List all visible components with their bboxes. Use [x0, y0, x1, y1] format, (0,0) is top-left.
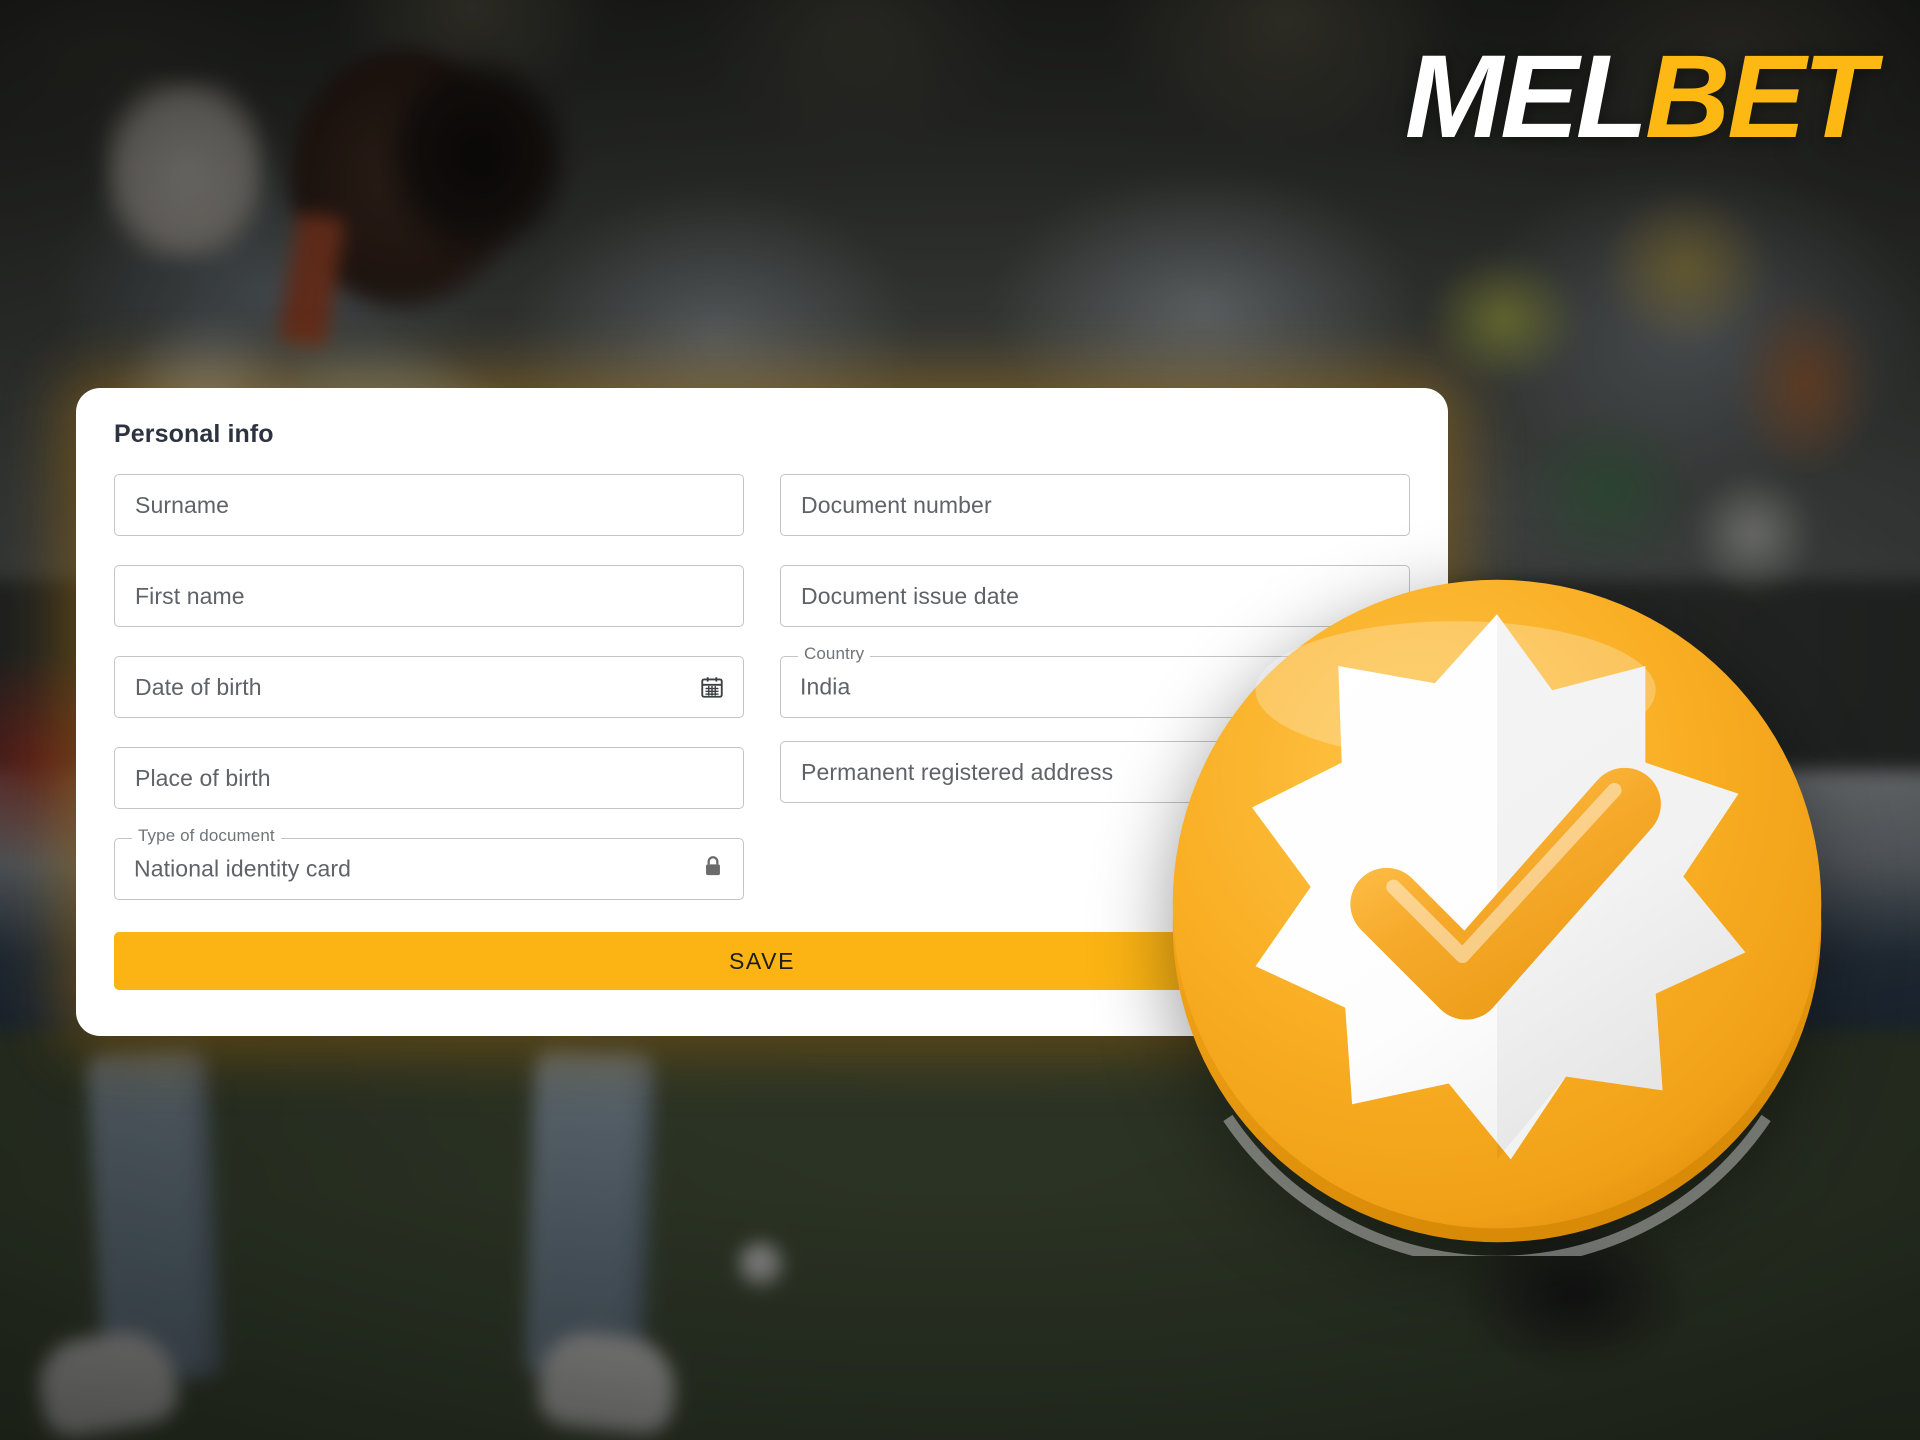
country-value: India — [800, 673, 851, 700]
document-number-placeholder: Document number — [801, 491, 992, 518]
melbet-logo: MELBET — [1405, 38, 1875, 156]
first-name-placeholder: First name — [135, 582, 245, 609]
lock-icon — [700, 854, 726, 885]
logo-text-mel: MEL — [1404, 31, 1648, 163]
verified-badge — [1152, 566, 1842, 1256]
screenshot-root: MELBET Personal info Surname First name … — [0, 0, 1920, 1440]
type-of-document-value: National identity card — [134, 855, 351, 882]
type-of-document-field[interactable]: Type of document National identity card — [114, 827, 744, 900]
date-of-birth-field[interactable]: Date of birth — [114, 656, 744, 718]
country-label: Country — [798, 645, 871, 662]
surname-placeholder: Surname — [135, 491, 230, 518]
calendar-icon[interactable] — [699, 674, 725, 700]
surname-field[interactable]: Surname — [114, 474, 744, 536]
page-title: Personal info — [114, 420, 274, 448]
form-column-left: Surname First name Date of birth Place o… — [114, 474, 744, 900]
type-of-document-label: Type of document — [132, 827, 281, 844]
document-number-field[interactable]: Document number — [780, 474, 1410, 536]
permanent-registered-address-placeholder: Permanent registered address — [801, 758, 1114, 785]
logo-text-bet: BET — [1645, 31, 1875, 163]
place-of-birth-field[interactable]: Place of birth — [114, 747, 744, 809]
document-issue-date-placeholder: Document issue date — [801, 582, 1019, 609]
date-of-birth-placeholder: Date of birth — [135, 673, 262, 700]
first-name-field[interactable]: First name — [114, 565, 744, 627]
place-of-birth-placeholder: Place of birth — [135, 764, 271, 791]
